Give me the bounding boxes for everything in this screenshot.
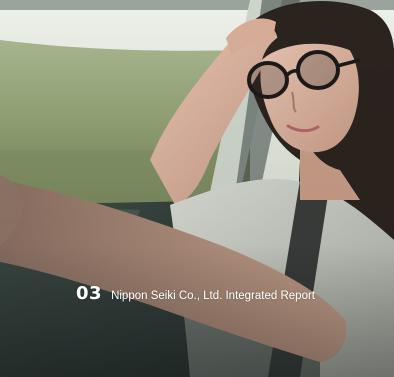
page-number: 03 [76, 283, 103, 304]
report-title: Nippon Seiki Co., Ltd. Integrated Report [111, 290, 315, 302]
page-footer: 03 Nippon Seiki Co., Ltd. Integrated Rep… [76, 284, 315, 304]
cover-photo [0, 0, 394, 377]
photo-driver-woman-icon [0, 0, 394, 377]
